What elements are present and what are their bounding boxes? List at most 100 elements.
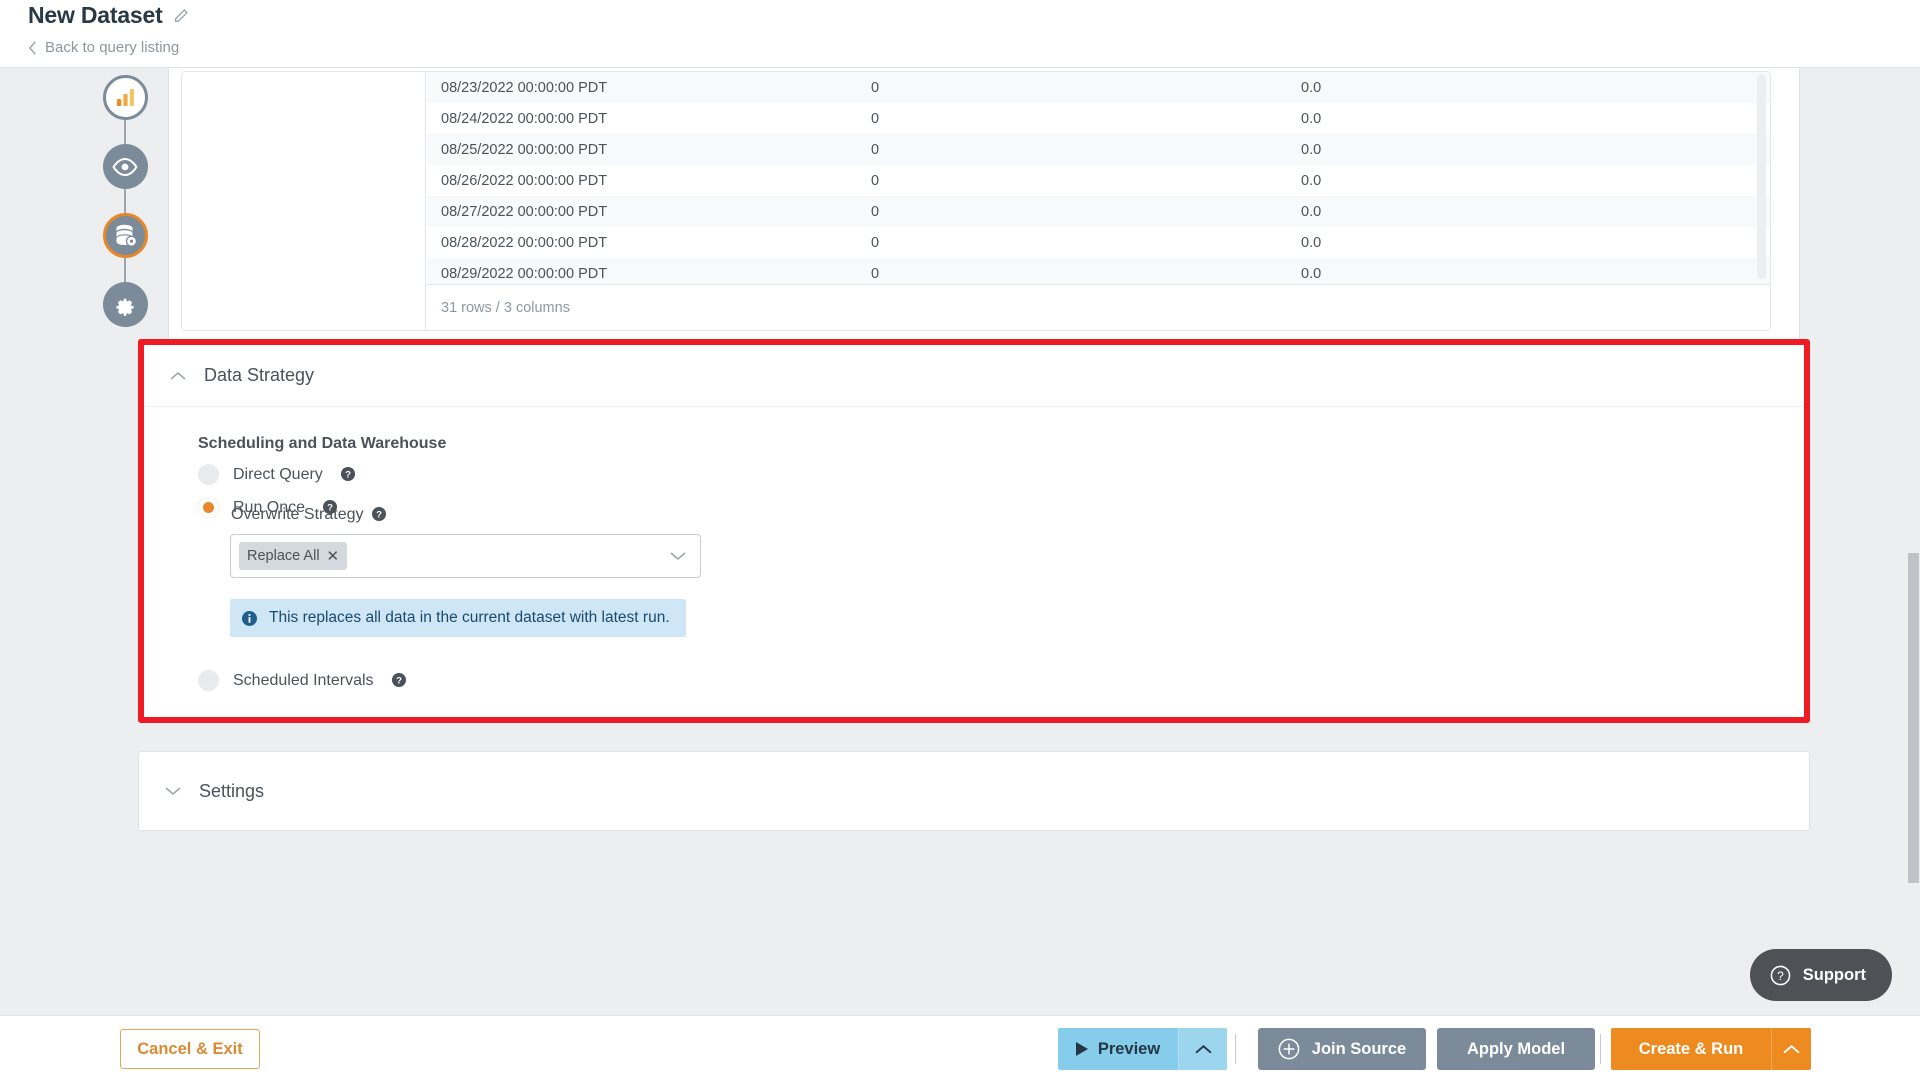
help-circle-icon[interactable]: ? — [388, 672, 406, 690]
data-strategy-card: Data Strategy Scheduling and Data Wareho… — [138, 339, 1810, 723]
svg-text:?: ? — [396, 675, 402, 686]
title-row: New Dataset — [28, 2, 189, 29]
overwrite-strategy-select[interactable]: Replace All ✕ — [230, 534, 701, 578]
radio-option-direct-query[interactable]: Direct Query ? — [198, 464, 355, 485]
scheduling-subsection-title: Scheduling and Data Warehouse — [198, 435, 446, 453]
toolbar-divider — [1600, 1034, 1601, 1064]
cell-count: 0 — [857, 103, 1287, 134]
database-gear-icon — [113, 223, 138, 248]
row-column-count: 31 rows / 3 columns — [441, 300, 570, 316]
create-and-run-button[interactable]: Create & Run — [1611, 1028, 1771, 1070]
stepper-step-settings[interactable] — [103, 282, 148, 327]
info-circle-icon — [242, 611, 257, 626]
stepper-rail — [93, 75, 157, 375]
table-row[interactable]: 08/27/2022 00:00:00 PDT 0 0.0 — [427, 196, 1770, 227]
table-scroll-region[interactable]: 08/23/2022 00:00:00 PDT 0 0.0 08/24/2022… — [427, 72, 1770, 285]
table-row[interactable]: 08/29/2022 00:00:00 PDT 0 0.0 — [427, 258, 1770, 285]
stepper-step-data[interactable] — [103, 213, 148, 258]
cell-date: 08/29/2022 00:00:00 PDT — [427, 258, 857, 285]
table-row[interactable]: 08/25/2022 00:00:00 PDT 0 0.0 — [427, 134, 1770, 165]
help-circle-icon[interactable]: ? — [337, 466, 355, 484]
play-icon — [1076, 1042, 1088, 1056]
radio-option-scheduled-intervals[interactable]: Scheduled Intervals ? — [198, 670, 406, 691]
preview-table: 08/23/2022 00:00:00 PDT 0 0.0 08/24/2022… — [181, 71, 1771, 331]
cell-date: 08/26/2022 00:00:00 PDT — [427, 165, 857, 196]
table-row[interactable]: 08/24/2022 00:00:00 PDT 0 0.0 — [427, 103, 1770, 134]
cell-count: 0 — [857, 196, 1287, 227]
preview-grid: 08/23/2022 00:00:00 PDT 0 0.0 08/24/2022… — [427, 72, 1770, 285]
cancel-and-exit-button[interactable]: Cancel & Exit — [120, 1029, 260, 1069]
settings-card: Settings — [138, 751, 1810, 831]
cell-count: 0 — [857, 227, 1287, 258]
preview-label: Preview — [1098, 1040, 1160, 1059]
cell-count: 0 — [857, 134, 1287, 165]
help-circle-icon[interactable]: ? — [368, 506, 386, 523]
pencil-icon[interactable] — [173, 8, 189, 24]
main-scroll-area: 08/23/2022 00:00:00 PDT 0 0.0 08/24/2022… — [0, 68, 1920, 1015]
gear-icon — [114, 294, 136, 316]
data-strategy-header[interactable]: Data Strategy — [144, 345, 1804, 407]
cell-count: 0 — [857, 72, 1287, 103]
chevron-up-icon — [170, 371, 186, 381]
create-run-dropdown-button[interactable] — [1771, 1028, 1811, 1070]
cell-date: 08/28/2022 00:00:00 PDT — [427, 227, 857, 258]
table-row[interactable]: 08/28/2022 00:00:00 PDT 0 0.0 — [427, 227, 1770, 258]
page-scrollbar-thumb[interactable] — [1908, 553, 1919, 883]
settings-title: Settings — [199, 781, 264, 802]
support-button[interactable]: ? Support — [1750, 949, 1892, 1001]
cell-value: 0.0 — [1287, 196, 1770, 227]
preview-grid-body: 08/23/2022 00:00:00 PDT 0 0.0 08/24/2022… — [427, 72, 1770, 285]
preview-button[interactable]: Preview — [1058, 1028, 1178, 1070]
join-source-label: Join Source — [1312, 1040, 1406, 1059]
stepper-step-preview[interactable] — [103, 144, 148, 189]
radio-label-scheduled-intervals: Scheduled Intervals — [233, 672, 374, 690]
radio-label-direct-query: Direct Query — [233, 466, 323, 484]
back-link-label: Back to query listing — [45, 39, 179, 56]
create-run-button-group: Create & Run — [1611, 1028, 1811, 1070]
radio-indicator-scheduled-intervals[interactable] — [198, 670, 219, 691]
settings-header[interactable]: Settings — [139, 752, 1809, 830]
table-row[interactable]: 08/26/2022 00:00:00 PDT 0 0.0 — [427, 165, 1770, 196]
overwrite-strategy-label-text: Overwrite Strategy — [231, 506, 363, 523]
close-icon[interactable]: ✕ — [327, 549, 340, 564]
chevron-left-icon — [28, 41, 37, 55]
info-banner-text: This replaces all data in the current da… — [269, 609, 670, 627]
chevron-up-icon — [1783, 1044, 1800, 1055]
table-footer: 31 rows / 3 columns — [427, 284, 1770, 330]
top-header: New Dataset Back to query listing — [0, 0, 1920, 68]
cell-date: 08/23/2022 00:00:00 PDT — [427, 72, 857, 103]
support-label: Support — [1803, 966, 1866, 985]
tag-label: Replace All — [247, 548, 320, 564]
back-to-query-listing-link[interactable]: Back to query listing — [28, 39, 179, 56]
page-title: New Dataset — [28, 2, 163, 29]
cell-date: 08/25/2022 00:00:00 PDT — [427, 134, 857, 165]
data-strategy-title: Data Strategy — [204, 365, 314, 386]
chevron-down-icon[interactable] — [670, 551, 686, 561]
chevron-down-icon — [165, 786, 181, 796]
cell-count: 0 — [857, 165, 1287, 196]
cell-value: 0.0 — [1287, 227, 1770, 258]
join-source-button[interactable]: Join Source — [1258, 1028, 1426, 1070]
cell-value: 0.0 — [1287, 134, 1770, 165]
stepper-step-chart[interactable] — [103, 75, 148, 120]
svg-text:?: ? — [345, 469, 351, 480]
plus-circle-icon — [1278, 1038, 1300, 1060]
table-frozen-pane — [182, 72, 426, 330]
bar-chart-icon — [114, 86, 137, 109]
cell-value: 0.0 — [1287, 165, 1770, 196]
selected-tag-replace-all: Replace All ✕ — [239, 542, 347, 570]
overwrite-strategy-label: Overwrite Strategy ? — [231, 506, 386, 524]
toolbar-divider — [1235, 1034, 1236, 1064]
radio-indicator-direct-query[interactable] — [198, 464, 219, 485]
svg-text:?: ? — [376, 510, 382, 521]
preview-dropdown-button[interactable] — [1178, 1028, 1227, 1070]
overwrite-info-banner: This replaces all data in the current da… — [230, 599, 686, 637]
table-row[interactable]: 08/23/2022 00:00:00 PDT 0 0.0 — [427, 72, 1770, 103]
app-root: New Dataset Back to query listing — [0, 0, 1920, 1080]
radio-indicator-run-once[interactable] — [198, 497, 219, 518]
cell-value: 0.0 — [1287, 258, 1770, 285]
question-circle-icon: ? — [1770, 965, 1791, 986]
table-vertical-scrollbar[interactable] — [1757, 74, 1766, 279]
preview-button-group: Preview — [1058, 1028, 1227, 1070]
apply-model-button[interactable]: Apply Model — [1437, 1028, 1595, 1070]
